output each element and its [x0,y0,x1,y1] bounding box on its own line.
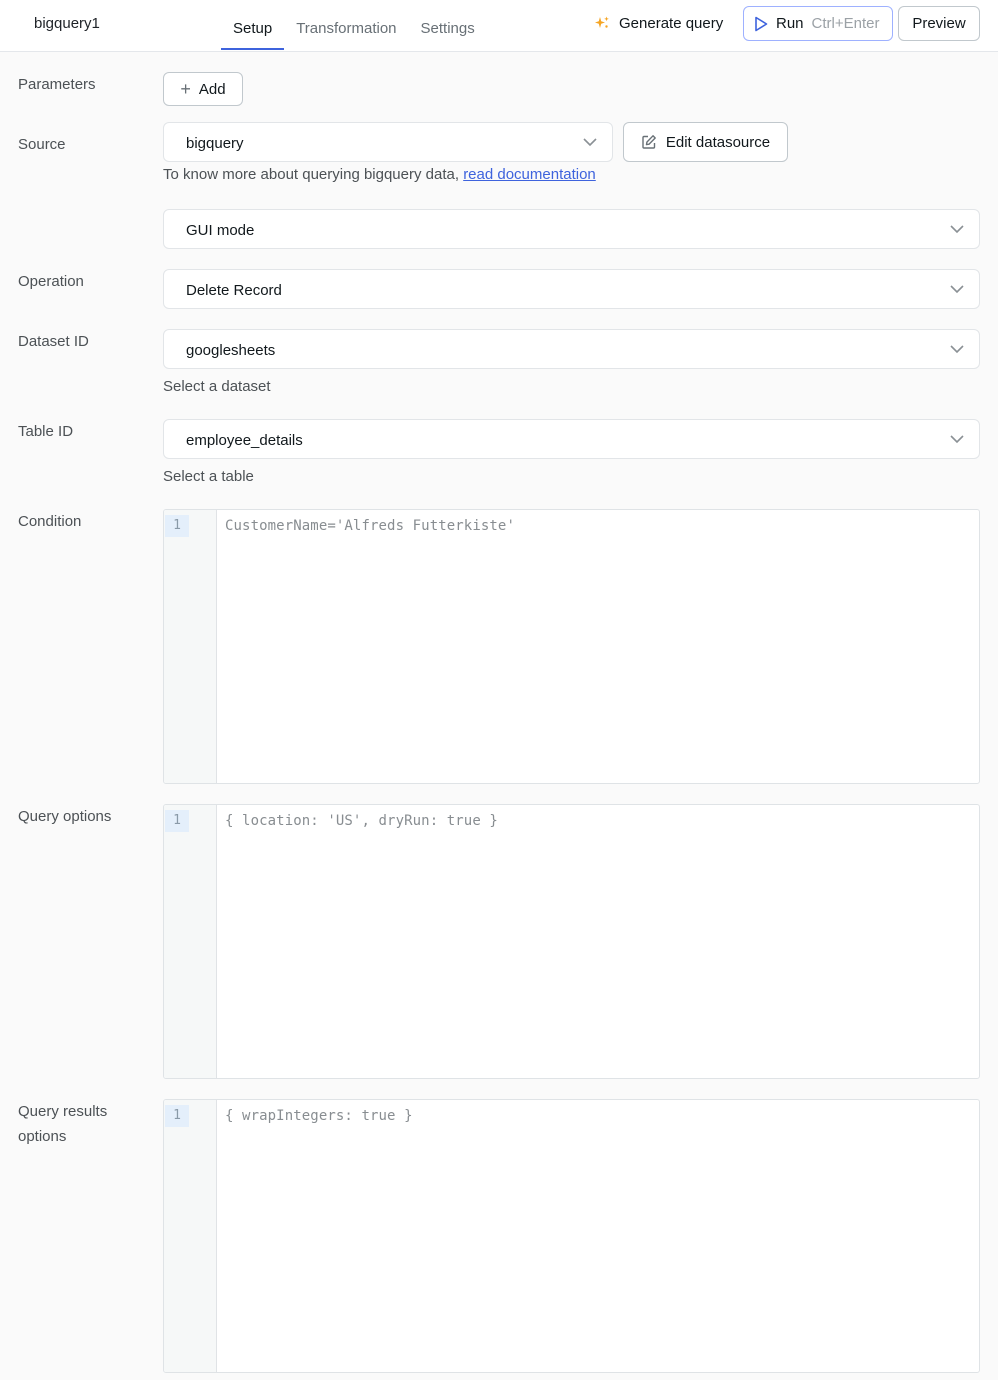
operation-value: Delete Record [186,282,282,299]
query-options-editor[interactable]: 1 { location: 'US', dryRun: true } [163,804,980,1079]
query-results-options-label-line1: Query results [18,1103,108,1120]
condition-editor[interactable]: 1 CustomerName='Alfreds Futterkiste' [163,509,980,784]
query-results-options-editor[interactable]: 1 { wrapIntegers: true } [163,1099,980,1373]
table-id-label: Table ID [18,423,74,440]
table-select[interactable]: employee_details [163,419,980,459]
sparkle-icon [595,16,609,28]
parameters-label: Parameters [18,76,96,93]
edit-datasource-label: Edit datasource [665,133,771,151]
chevron-down-icon [950,435,964,444]
chevron-down-icon [950,345,964,354]
generate-query-button[interactable]: Generate query [594,12,723,34]
source-label: Source [18,136,66,153]
dataset-help-text: Select a dataset [163,378,271,395]
line-number: 1 [165,810,189,832]
table-help-text: Select a table [163,468,254,485]
dataset-id-label: Dataset ID [18,333,89,350]
table-value: employee_details [186,432,303,449]
chevron-down-icon [950,225,964,234]
query-header: bigquery1 Setup Transformation Settings … [0,0,998,52]
line-gutter: 1 [164,1100,217,1372]
mode-select[interactable]: GUI mode [163,209,980,249]
source-help-text: To know more about querying bigquery dat… [163,166,596,183]
query-options-code[interactable]: { location: 'US', dryRun: true } [225,813,498,829]
read-documentation-link[interactable]: read documentation [463,166,596,183]
add-parameter-button[interactable]: + Add [163,72,243,106]
query-options-label: Query options [18,808,112,825]
run-button[interactable]: Run Ctrl+Enter [743,6,893,41]
query-results-options-label-line2: options [18,1128,67,1145]
condition-code[interactable]: CustomerName='Alfreds Futterkiste' [225,518,515,534]
chevron-down-icon [583,138,597,147]
dataset-value: googlesheets [186,342,276,359]
tab-setup[interactable]: Setup [221,0,285,50]
operation-select[interactable]: Delete Record [163,269,980,309]
tab-settings[interactable]: Settings [409,0,487,50]
operation-label: Operation [18,273,84,290]
query-results-options-code[interactable]: { wrapIntegers: true } [225,1108,413,1124]
query-results-options-label: Query results options [18,1099,107,1149]
tab-transformation[interactable]: Transformation [284,0,408,50]
generate-query-label: Generate query [619,14,724,32]
chevron-down-icon [950,285,964,294]
line-gutter: 1 [164,510,217,783]
condition-label: Condition [18,513,82,530]
source-select[interactable]: bigquery [163,122,613,162]
tab-bar: Setup Transformation Settings [221,0,487,52]
line-number: 1 [165,515,189,537]
dataset-select[interactable]: googlesheets [163,329,980,369]
source-help-prefix: To know more about querying bigquery dat… [163,166,464,183]
mode-value: GUI mode [186,222,255,239]
query-name[interactable]: bigquery1 [34,15,100,32]
line-gutter: 1 [164,805,217,1078]
plus-icon: + [180,78,191,99]
run-shortcut: Ctrl+Enter [811,15,880,32]
edit-icon [642,135,656,149]
source-value: bigquery [186,135,244,152]
line-number: 1 [165,1105,189,1127]
edit-datasource-button[interactable]: Edit datasource [623,122,788,162]
run-label: Run [776,15,804,32]
preview-button[interactable]: Preview [898,6,980,41]
add-label: Add [198,80,226,98]
play-icon [755,16,768,31]
